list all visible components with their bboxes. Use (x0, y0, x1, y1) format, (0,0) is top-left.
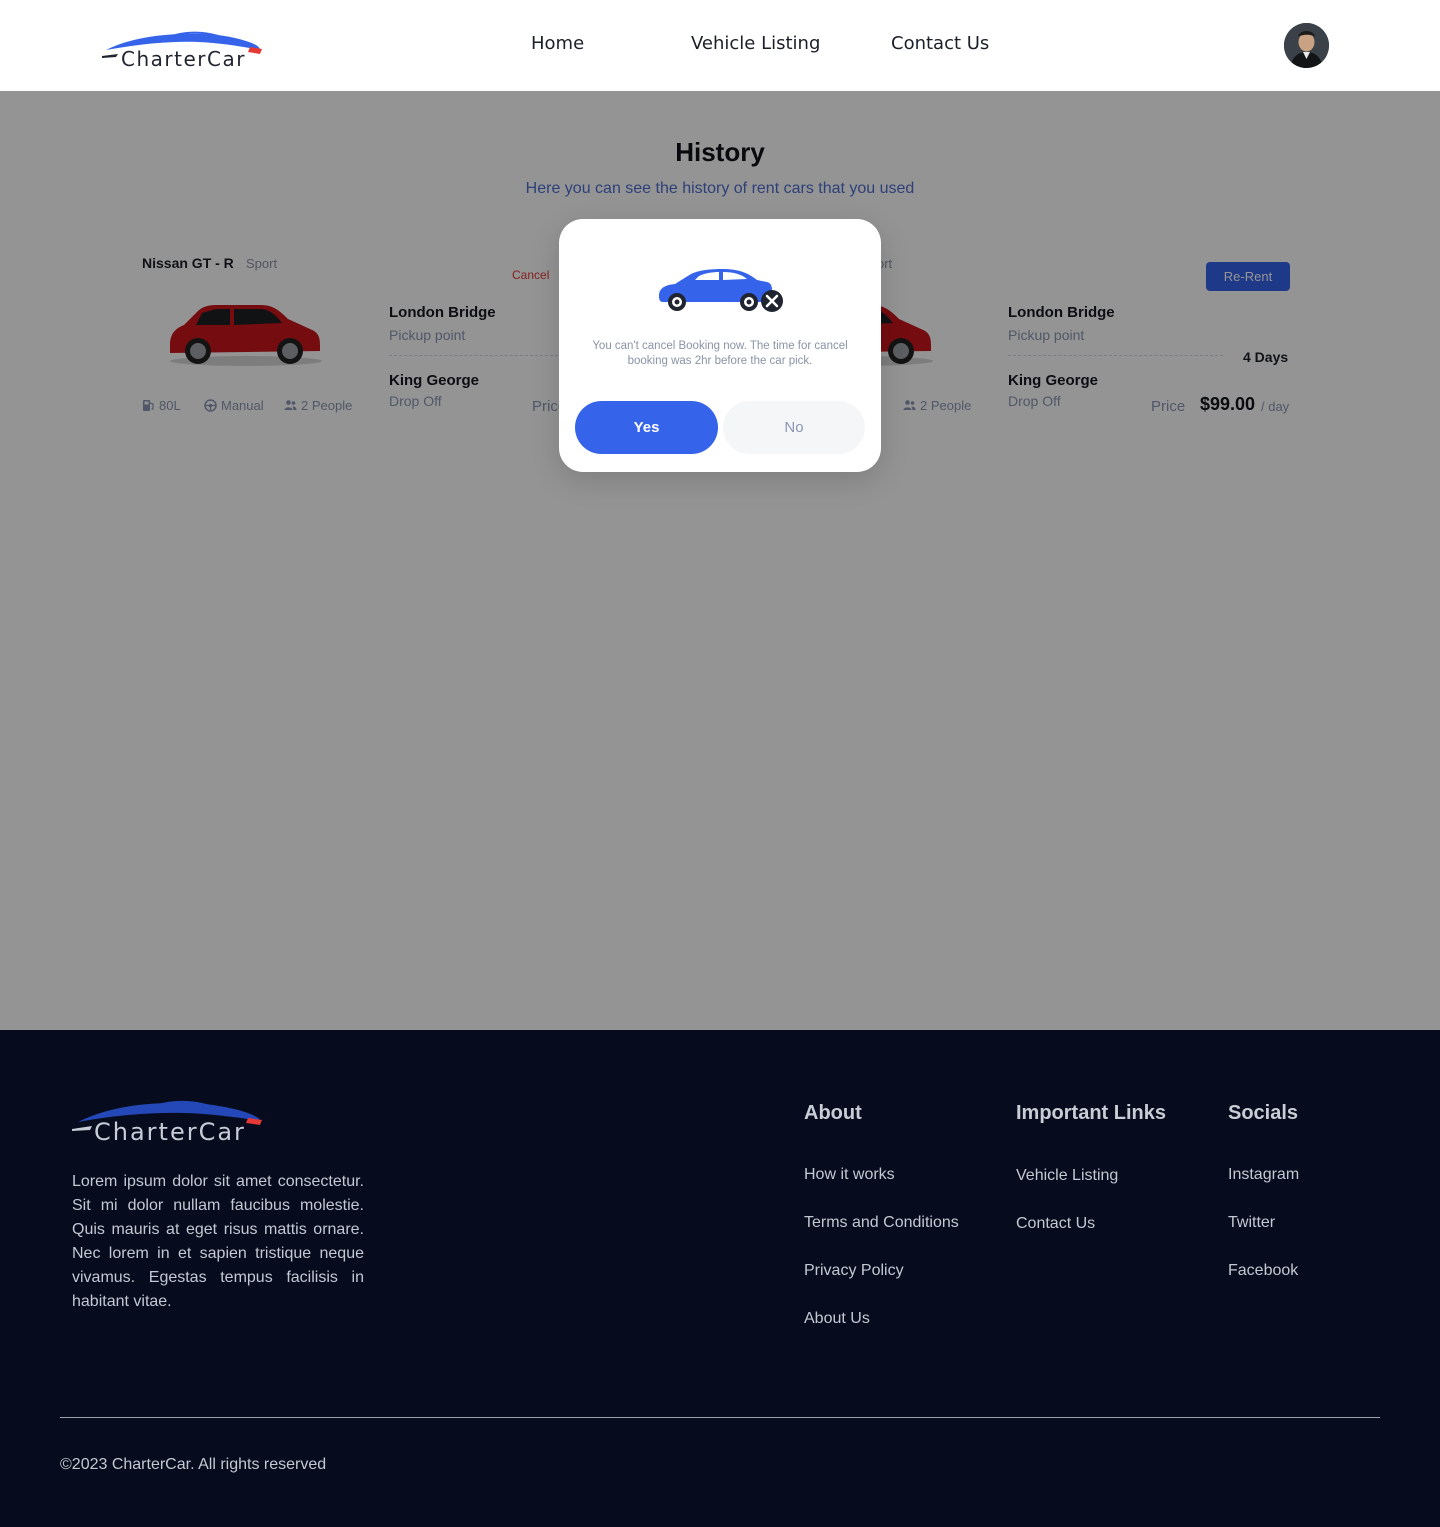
footer-divider (60, 1417, 1380, 1418)
footer-description: Lorem ipsum dolor sit amet consectetur. … (72, 1173, 364, 1310)
logo-text: CharterCar (121, 47, 246, 71)
footer-brand-logo[interactable]: CharterCar (70, 1094, 265, 1146)
footer-heading-about: About (804, 1102, 862, 1124)
top-navbar: CharterCar Home Vehicle Listing Contact … (0, 0, 1440, 91)
car-cancel-icon (659, 269, 783, 312)
yes-button[interactable]: Yes (575, 401, 718, 454)
footer-link-twitter[interactable]: Twitter (1228, 1214, 1275, 1232)
nav-home[interactable]: Home (531, 33, 584, 54)
footer-heading-important-links: Important Links (1016, 1102, 1167, 1124)
footer-link-how-it-works[interactable]: How it works (804, 1166, 895, 1184)
footer-link-instagram[interactable]: Instagram (1228, 1166, 1299, 1184)
copyright-text: ©2023 CharterCar. All rights reserved (60, 1456, 327, 1473)
user-photo-icon (1284, 23, 1329, 68)
cancel-booking-dialog: You can't cancel Booking now. The time f… (559, 219, 881, 472)
no-button[interactable]: No (723, 401, 865, 454)
footer-link-contact-us[interactable]: Contact Us (1016, 1215, 1095, 1233)
footer-link-terms[interactable]: Terms and Conditions (804, 1214, 959, 1232)
footer-link-privacy[interactable]: Privacy Policy (804, 1262, 904, 1280)
footer-logo-text: CharterCar (94, 1118, 246, 1146)
dialog-message: You can't cancel Booking now. The time f… (592, 340, 848, 367)
footer-link-facebook[interactable]: Facebook (1228, 1262, 1298, 1280)
brand-logo[interactable]: CharterCar (100, 26, 265, 72)
nav-contact-us[interactable]: Contact Us (891, 33, 989, 54)
nav-vehicle-listing[interactable]: Vehicle Listing (691, 33, 820, 54)
site-footer: CharterCar Lorem ipsum dolor sit amet co… (0, 1030, 1440, 1527)
footer-link-vehicle-listing[interactable]: Vehicle Listing (1016, 1167, 1118, 1185)
footer-link-about-us[interactable]: About Us (804, 1310, 870, 1328)
footer-heading-socials: Socials (1228, 1102, 1299, 1124)
user-avatar[interactable] (1284, 23, 1329, 68)
